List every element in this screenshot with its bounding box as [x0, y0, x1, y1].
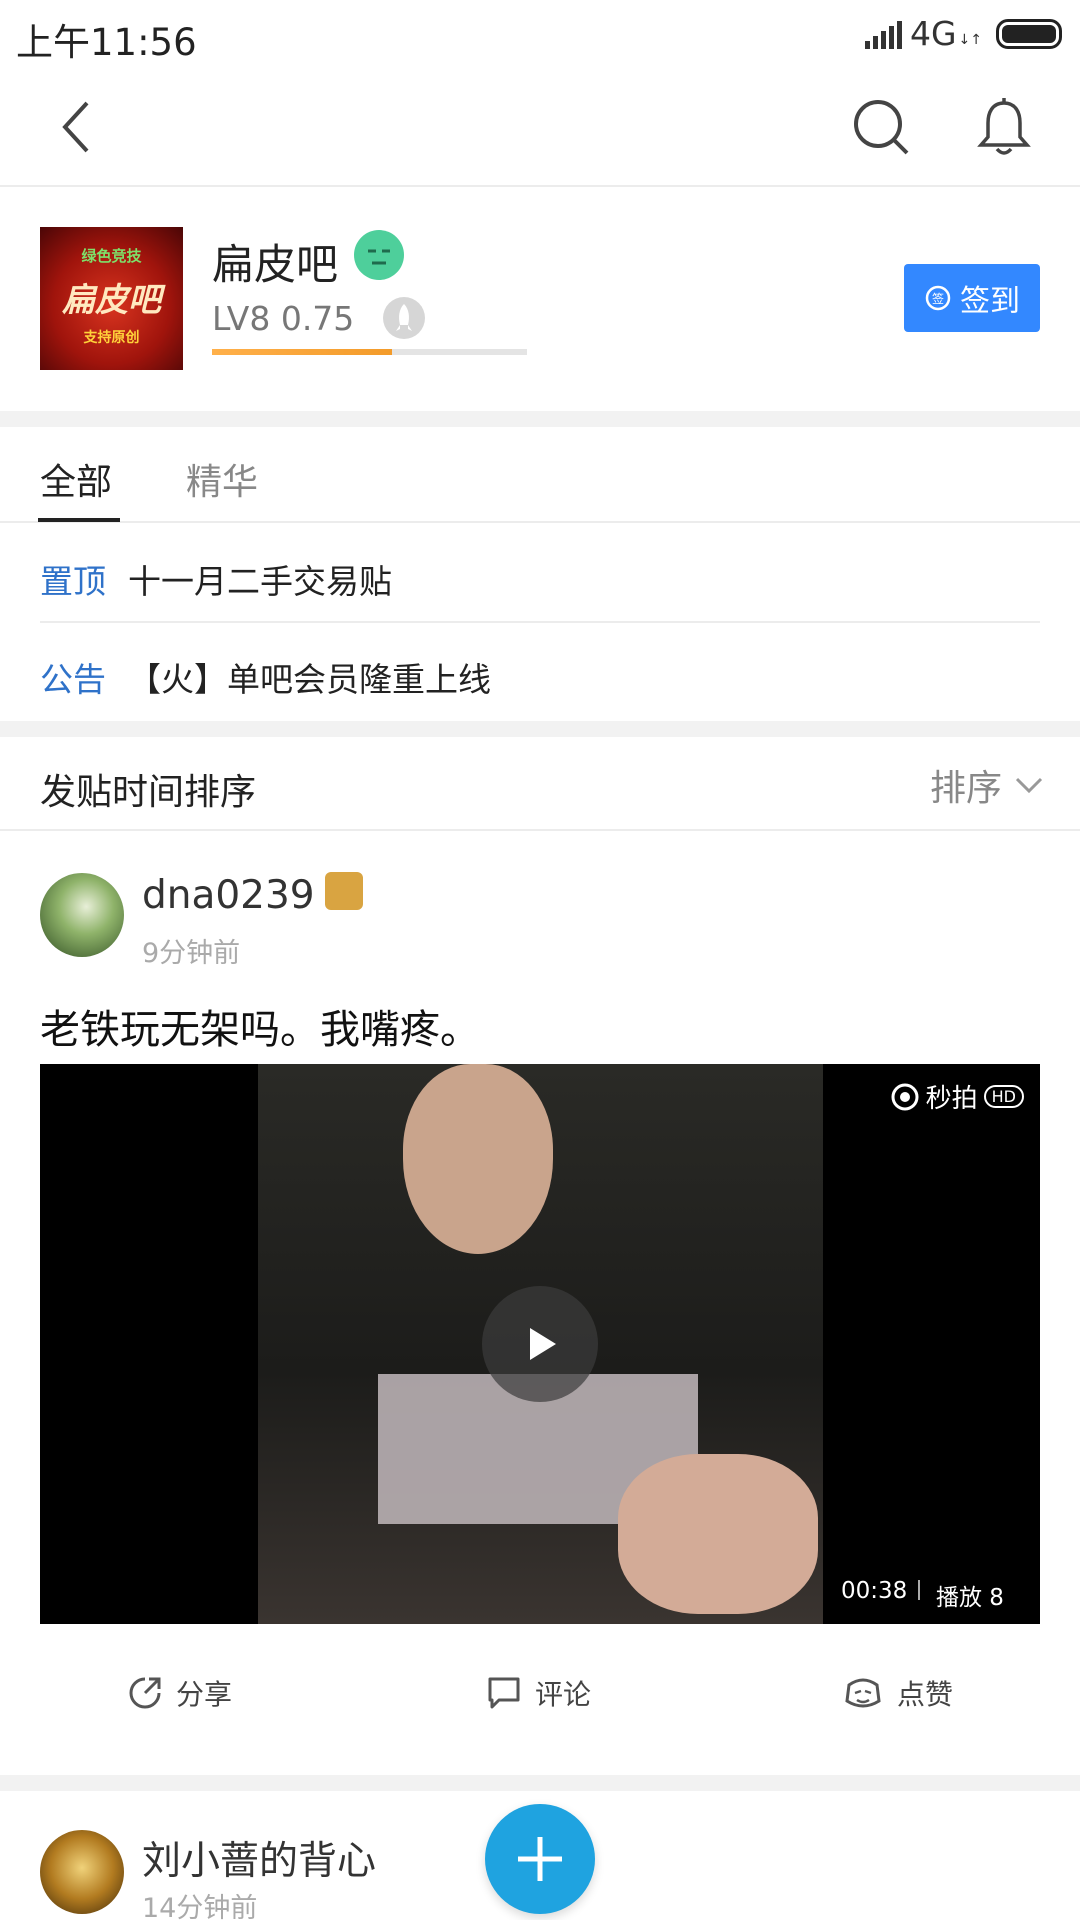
bell-icon — [977, 98, 1031, 155]
forum-header: 绿色竞技 扁皮吧 支持原创 扁皮吧 LV8 0.75 签 签到 — [0, 189, 1080, 411]
forum-logo-bottom-text: 支持原创 — [83, 330, 140, 346]
sort-button-label: 排序 — [929, 768, 1002, 809]
like-label: 点赞 — [897, 1678, 954, 1711]
comment-icon — [488, 1677, 520, 1709]
video-play-count: 播放 8 — [936, 1585, 1004, 1611]
author-name[interactable]: 刘小蔷的背心 — [142, 1830, 376, 1886]
sort-label: 发贴时间排序 — [40, 772, 257, 813]
tab-bar: 全部 精华 — [0, 427, 1080, 523]
emoji-face-icon — [354, 230, 404, 280]
member-badge-icon — [324, 872, 363, 910]
status-time: 上午11:56 — [16, 21, 197, 64]
nav-bar — [0, 70, 1080, 187]
section-divider — [0, 411, 1080, 427]
network-type: 4G — [909, 14, 957, 53]
new-post-button[interactable] — [485, 1804, 595, 1914]
sort-bar: 发贴时间排序 排序 — [0, 737, 1080, 831]
forum-logo-main-text: 扁皮吧 — [62, 280, 161, 319]
forum-logo[interactable]: 绿色竞技 扁皮吧 支持原创 — [40, 227, 183, 370]
level-progress-fill — [212, 349, 392, 355]
post-title[interactable]: 老铁玩无架吗。我嘴疼。 — [40, 997, 480, 1055]
search-icon — [854, 100, 909, 155]
section-divider — [0, 1775, 1080, 1791]
camera-icon — [891, 1083, 919, 1110]
comment-button[interactable]: 评论 — [487, 1673, 591, 1713]
announcement-row[interactable]: 公告 【火】单吧会员隆重上线 — [0, 623, 1080, 721]
back-button[interactable] — [42, 92, 112, 162]
share-button[interactable]: 分享 — [128, 1673, 232, 1713]
active-tab-indicator — [38, 518, 120, 522]
play-button[interactable] — [482, 1286, 598, 1402]
author-name[interactable]: dna0239 — [142, 873, 315, 918]
video-source-logo: 秒拍 HD — [890, 1078, 1024, 1115]
search-button[interactable] — [846, 92, 916, 162]
section-divider — [0, 721, 1080, 737]
chevron-down-icon — [1015, 777, 1043, 794]
data-arrows-icon: ↓↑ — [958, 31, 982, 48]
notification-button[interactable] — [969, 92, 1039, 162]
announcement-tag: 公告 — [40, 660, 106, 699]
signal-icon — [864, 19, 902, 49]
sign-in-label: 签到 — [960, 284, 1020, 319]
post-time: 14分钟前 — [142, 1893, 258, 1920]
play-icon — [530, 1328, 556, 1360]
status-bar: 上午11:56 4G ↓↑ — [0, 0, 1080, 70]
post-card[interactable]: dna0239 9分钟前 老铁玩无架吗。我嘴疼。 秒拍 HD 00:38 播放 … — [0, 833, 1080, 1775]
tab-all[interactable]: 全部 — [40, 453, 112, 505]
post-actions: 分享 评论 点赞 — [0, 1653, 1080, 1733]
share-icon — [129, 1677, 161, 1709]
pinned-post-row[interactable]: 置顶 十一月二手交易贴 — [0, 525, 1080, 623]
sign-in-button[interactable]: 签 签到 — [904, 264, 1040, 332]
plus-icon — [518, 1837, 562, 1881]
level-progress-bar — [212, 349, 527, 355]
forum-logo-top-text: 绿色竞技 — [81, 247, 142, 265]
post-time: 9分钟前 — [142, 938, 241, 969]
sign-in-icon: 签 — [925, 285, 951, 311]
comment-label: 评论 — [535, 1678, 592, 1711]
chevron-left-icon — [62, 101, 89, 153]
share-label: 分享 — [176, 1678, 233, 1711]
svg-text:签: 签 — [932, 291, 944, 306]
video-source-name: 秒拍 — [925, 1084, 978, 1114]
status-indicators: 4G ↓↑ — [864, 14, 1062, 53]
separator — [918, 1580, 920, 1600]
video-player[interactable]: 秒拍 HD 00:38 播放 8 — [40, 1064, 1040, 1624]
sort-button[interactable]: 排序 — [930, 759, 1044, 811]
forum-name: 扁皮吧 — [212, 240, 339, 289]
avatar[interactable] — [40, 873, 124, 957]
pinned-title: 十一月二手交易贴 — [128, 562, 392, 601]
video-duration: 00:38 — [841, 1578, 908, 1604]
like-button[interactable]: 点赞 — [843, 1673, 953, 1713]
battery-icon — [996, 18, 1062, 49]
rocket-icon[interactable] — [383, 297, 425, 339]
pinned-tag: 置顶 — [40, 562, 106, 601]
tab-featured[interactable]: 精华 — [186, 453, 258, 505]
hd-badge: HD — [983, 1085, 1024, 1108]
announcement-title: 【火】单吧会员隆重上线 — [128, 660, 491, 699]
forum-level: LV8 0.75 — [212, 299, 355, 338]
like-face-icon — [845, 1678, 881, 1708]
avatar[interactable] — [40, 1830, 124, 1914]
